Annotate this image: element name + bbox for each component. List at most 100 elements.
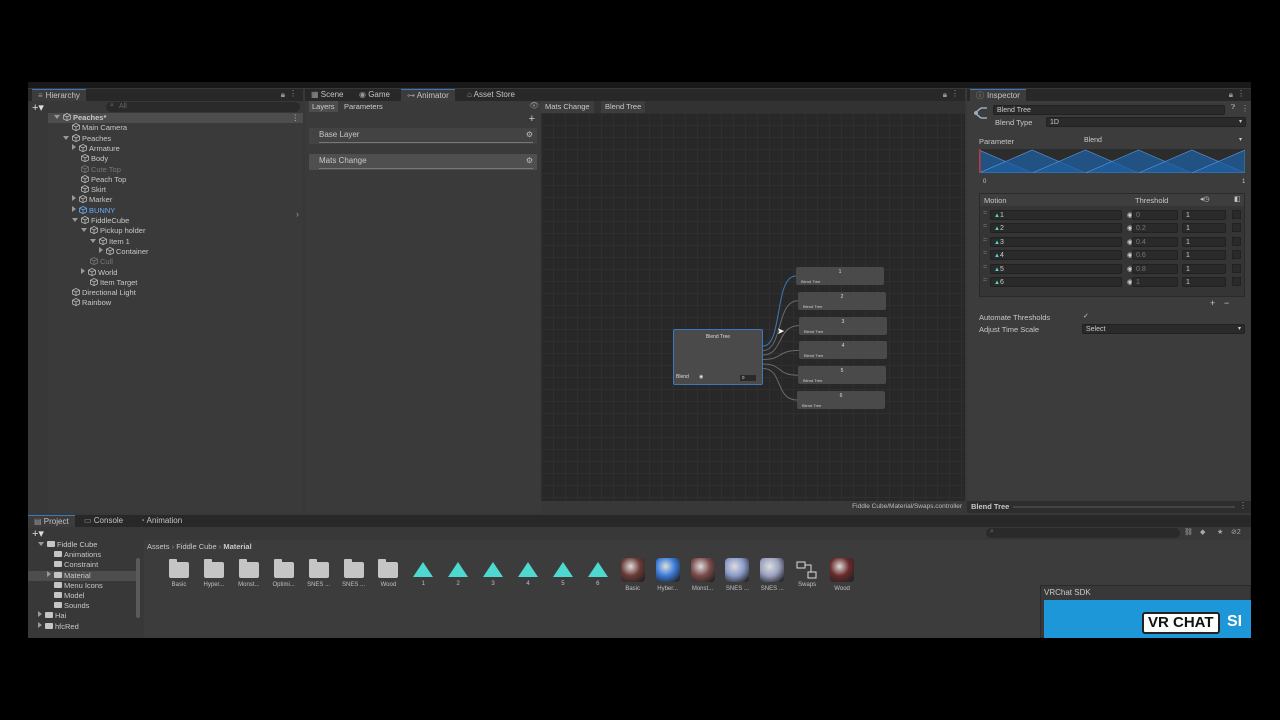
mirror-icon[interactable]: ◧ bbox=[1234, 195, 1241, 203]
time-scale-icon[interactable]: ◂◷ bbox=[1200, 195, 1210, 203]
eye-icon[interactable]: 👁︎ bbox=[529, 101, 539, 110]
hierarchy-item[interactable]: World bbox=[48, 267, 303, 278]
blend-tree-root-node[interactable]: Blend Tree Blend ◉ 0 bbox=[673, 329, 763, 385]
blend-threshold-graph[interactable] bbox=[979, 149, 1245, 173]
radio-icon[interactable]: ◉ bbox=[699, 374, 703, 380]
collapse-arrow-icon[interactable] bbox=[81, 228, 87, 233]
object-name-field[interactable]: Blend Tree bbox=[993, 105, 1225, 115]
more-menu-icon[interactable]: ⋮ bbox=[289, 89, 297, 98]
hierarchy-item[interactable]: Item 1 bbox=[48, 237, 303, 247]
hierarchy-item[interactable]: Item Target bbox=[48, 278, 303, 288]
asset-item[interactable]: Basic bbox=[617, 558, 649, 592]
more-menu-icon[interactable]: ⋮ bbox=[951, 89, 959, 98]
expand-arrow-icon[interactable] bbox=[47, 570, 51, 577]
motion-row[interactable]: = ▲5 ◉ 0.8 1 bbox=[980, 263, 1244, 275]
lock-icon[interactable]: 🔒︎ bbox=[281, 90, 285, 100]
asset-item[interactable]: Monst... bbox=[233, 559, 265, 588]
drag-handle[interactable] bbox=[1013, 506, 1235, 508]
star-icon[interactable]: ★ bbox=[1217, 528, 1223, 536]
hierarchy-item[interactable]: Marker bbox=[48, 195, 303, 205]
expand-arrow-icon[interactable] bbox=[72, 205, 76, 212]
lock-icon[interactable]: 🔒︎ bbox=[943, 90, 947, 100]
threshold-field[interactable]: 0 bbox=[1132, 210, 1178, 220]
add-layer-button[interactable]: + bbox=[529, 113, 535, 125]
mirror-checkbox[interactable] bbox=[1232, 250, 1241, 260]
tab-layers[interactable]: Layers bbox=[309, 101, 338, 112]
collapse-arrow-icon[interactable] bbox=[38, 542, 44, 546]
expand-arrow-icon[interactable] bbox=[72, 143, 76, 150]
asset-item[interactable]: 3 bbox=[477, 562, 509, 587]
asset-item[interactable]: 2 bbox=[442, 562, 474, 587]
project-folder-item[interactable]: Constraint bbox=[28, 560, 136, 570]
more-menu-icon[interactable]: ⋮ bbox=[1239, 501, 1247, 510]
animator-graph[interactable]: Blend Tree Blend ◉ 0 1 Blend Tree 2 Blend T… bbox=[541, 113, 965, 501]
help-icon[interactable]: ❓︎ bbox=[1231, 104, 1235, 112]
collapse-arrow-icon[interactable] bbox=[72, 218, 78, 222]
hierarchy-item[interactable]: Peach Top bbox=[48, 175, 303, 185]
drag-handle-icon[interactable]: = bbox=[983, 250, 987, 257]
expand-arrow-icon[interactable] bbox=[38, 621, 42, 628]
project-folder-item[interactable]: Model bbox=[28, 591, 136, 601]
add-motion-button[interactable]: + bbox=[1210, 298, 1215, 308]
more-menu-icon[interactable]: ⋮ bbox=[1237, 89, 1245, 98]
breadcrumb-material[interactable]: Material bbox=[223, 542, 251, 551]
project-folder-item[interactable]: Animations bbox=[28, 550, 136, 560]
threshold-field[interactable]: 0.4 bbox=[1132, 236, 1178, 247]
motion-row[interactable]: = ▲6 ◉ 1 1 bbox=[980, 276, 1244, 288]
hierarchy-item[interactable]: Rainbow bbox=[48, 298, 303, 308]
project-folder-item[interactable]: Sounds bbox=[28, 601, 136, 611]
hierarchy-item[interactable]: Peaches* ⋮ bbox=[48, 113, 303, 123]
asset-item[interactable]: SNES ... bbox=[338, 559, 370, 588]
asset-item[interactable]: Hyber... bbox=[652, 558, 684, 592]
blend-tree-child-node[interactable]: 1 Blend Tree bbox=[796, 267, 884, 285]
hierarchy-item[interactable]: Body bbox=[48, 154, 303, 164]
hierarchy-item[interactable]: Armature bbox=[48, 143, 303, 154]
drag-handle-icon[interactable]: = bbox=[983, 223, 987, 230]
hierarchy-item[interactable]: Skirt bbox=[48, 185, 303, 195]
project-folder-item[interactable]: Menu Icons bbox=[28, 581, 136, 591]
hierarchy-item[interactable]: Cull bbox=[48, 257, 303, 267]
expand-arrow-icon[interactable] bbox=[81, 267, 85, 274]
collapse-arrow-icon[interactable] bbox=[54, 115, 60, 119]
drag-handle-icon[interactable]: = bbox=[983, 210, 987, 217]
lock-icon[interactable]: 🔒︎ bbox=[1229, 90, 1233, 100]
drag-handle-icon[interactable]: = bbox=[983, 277, 987, 284]
hierarchy-item[interactable]: Main Camera bbox=[48, 123, 303, 133]
blend-tree-child-node[interactable]: 4 Blend Tree bbox=[799, 341, 887, 360]
asset-item[interactable]: SNES ... bbox=[721, 558, 753, 592]
expand-arrow-icon[interactable] bbox=[99, 246, 103, 253]
collapse-arrow-icon[interactable] bbox=[90, 238, 96, 243]
time-scale-field[interactable]: 1 bbox=[1182, 250, 1226, 261]
tab-animation[interactable]: ◔ Animation bbox=[134, 515, 188, 527]
tab-scene[interactable]: ▦ Scene bbox=[305, 89, 349, 101]
hierarchy-search-input[interactable]: ⌕ All bbox=[106, 102, 300, 112]
breadcrumb-blend-tree[interactable]: Blend Tree bbox=[601, 101, 646, 113]
asset-item[interactable]: SNES ... bbox=[756, 558, 788, 592]
mirror-checkbox[interactable] bbox=[1232, 263, 1241, 273]
asset-item[interactable]: Monst... bbox=[687, 558, 719, 592]
drag-handle-icon[interactable]: = bbox=[983, 237, 987, 244]
hidden-packages-button[interactable]: ⊘2 bbox=[1231, 528, 1241, 536]
time-scale-field[interactable]: 1 bbox=[1182, 236, 1226, 247]
project-folder-item[interactable]: hfcRed bbox=[28, 621, 136, 632]
more-menu-icon[interactable]: ⋮ bbox=[292, 113, 300, 123]
asset-item[interactable]: Swaps bbox=[791, 561, 823, 588]
asset-item[interactable]: 4 bbox=[512, 562, 544, 587]
tab-game[interactable]: ◉ Game bbox=[353, 89, 396, 101]
remove-motion-button[interactable]: − bbox=[1224, 298, 1229, 308]
blend-tree-child-node[interactable]: 2 Blend Tree bbox=[798, 291, 886, 310]
layer-base[interactable]: Base Layer ⚙ bbox=[309, 128, 537, 144]
asset-item[interactable]: 1 bbox=[407, 562, 439, 587]
layer-mats-change[interactable]: Mats Change ⚙ bbox=[309, 154, 537, 170]
asset-item[interactable]: Wood bbox=[372, 559, 404, 588]
time-scale-field[interactable]: 1 bbox=[1182, 263, 1226, 274]
hierarchy-item[interactable]: Peaches bbox=[48, 134, 303, 144]
motion-row[interactable]: = ▲1 ◉ 0 1 bbox=[980, 209, 1244, 221]
drag-handle-icon[interactable]: = bbox=[983, 264, 987, 271]
blend-tree-child-node[interactable]: 6 Blend Tree bbox=[797, 391, 885, 409]
motion-row[interactable]: = ▲3 ◉ 0.4 1 bbox=[980, 236, 1244, 248]
tab-inspector[interactable]: ⓘ Inspector bbox=[970, 89, 1026, 101]
expand-arrow-icon[interactable] bbox=[38, 611, 42, 618]
tab-parameters[interactable]: Parameters bbox=[341, 101, 386, 112]
motion-row[interactable]: = ▲4 ◉ 0.6 1 bbox=[980, 249, 1244, 261]
